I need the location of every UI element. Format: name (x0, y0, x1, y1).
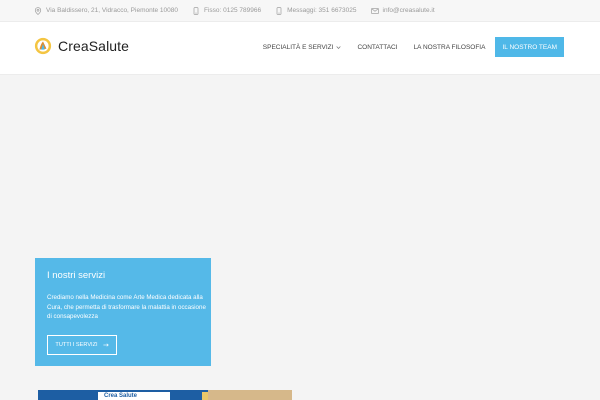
nav-label: CONTATTACI (357, 43, 398, 51)
email-item[interactable]: info@creasalute.it (370, 7, 435, 15)
logo-icon (34, 37, 52, 55)
phone-item[interactable]: Fisso: 0125 789966 (192, 6, 261, 15)
main-nav: SPECIALITÀ E SERVIZI CONTATTACI LA NOSTR… (247, 37, 564, 57)
button-label: TUTTI I SERVIZI (55, 342, 98, 348)
phone-icon (193, 6, 199, 15)
address-text: Via Baldissero, 21, Vidracco, Piemonte 1… (46, 7, 179, 14)
logo-text: CreaSalute (58, 38, 130, 54)
nav-nostro-team-button[interactable]: IL NOSTRO TEAM (495, 37, 564, 57)
photo-wood-detail (208, 390, 292, 400)
top-info-bar: Via Baldissero, 21, Vidracco, Piemonte 1… (0, 0, 600, 22)
address-item: Via Baldissero, 21, Vidracco, Piemonte 1… (34, 6, 179, 15)
phone-text[interactable]: Fisso: 0125 789966 (204, 7, 261, 14)
mobile-icon (276, 6, 282, 15)
messages-text[interactable]: Messaggi: 351 6673025 (287, 7, 356, 14)
email-text[interactable]: info@creasalute.it (383, 7, 435, 14)
nav-label: SPECIALITÀ E SERVIZI (262, 43, 334, 51)
card-title: I nostri servizi (47, 270, 106, 281)
clinic-photo: Crea Salute (38, 390, 292, 400)
site-header: CreaSalute SPECIALITÀ E SERVIZI CONTATTA… (0, 22, 600, 75)
services-card: I nostri servizi Crediamo nella Medicina… (35, 258, 211, 366)
card-text: Crediamo nella Medicina come Arte Medica… (47, 294, 206, 320)
sign-text: Crea Salute (104, 393, 138, 399)
site-logo[interactable]: CreaSalute (34, 37, 129, 55)
envelope-icon (370, 7, 379, 14)
nav-label: LA NOSTRA FILOSOFIA (413, 43, 486, 51)
clinic-sign: Crea Salute (98, 392, 170, 400)
chevron-down-icon (336, 45, 342, 49)
location-pin-icon (34, 6, 42, 15)
arrow-right-icon (102, 343, 109, 347)
all-services-button[interactable]: TUTTI I SERVIZI (47, 335, 117, 355)
messages-item[interactable]: Messaggi: 351 6673025 (275, 6, 357, 15)
nav-contattaci[interactable]: CONTATTACI (357, 44, 397, 51)
nav-label: IL NOSTRO TEAM (502, 43, 557, 51)
nav-nostra-filosofia[interactable]: LA NOSTRA FILOSOFIA (414, 44, 486, 51)
nav-specialita-servizi[interactable]: SPECIALITÀ E SERVIZI (263, 44, 342, 51)
